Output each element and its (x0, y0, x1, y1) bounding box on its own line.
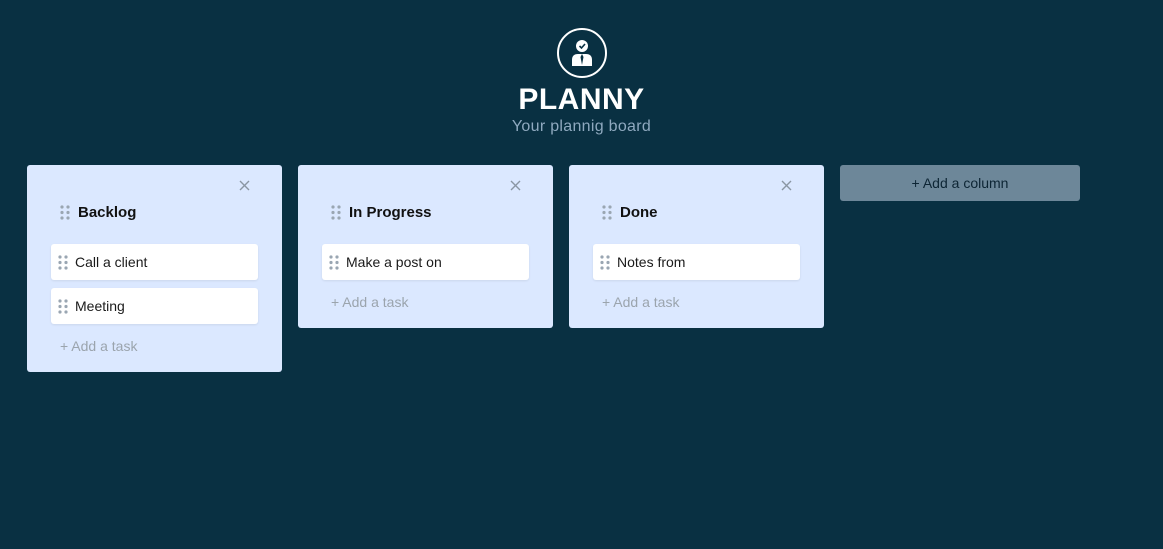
app-subtitle: Your plannig board (511, 118, 652, 135)
column-header: Backlog (51, 202, 258, 222)
close-icon[interactable] (778, 177, 794, 193)
task-list: Notes from (593, 244, 800, 280)
task-label: Notes from (617, 254, 686, 270)
column-header: Done (593, 202, 800, 222)
column-title: Done (620, 203, 658, 221)
drag-handle-icon[interactable] (60, 204, 70, 220)
task-card[interactable]: Notes from (593, 244, 800, 280)
user-avatar-icon (556, 28, 607, 78)
close-icon[interactable] (507, 177, 523, 193)
drag-handle-icon[interactable] (58, 298, 68, 314)
drag-handle-icon[interactable] (331, 204, 341, 220)
add-column-button[interactable]: + Add a column (840, 165, 1080, 201)
column-in-progress[interactable]: In Progress Make a post on + Add a task (298, 165, 553, 328)
drag-handle-icon[interactable] (602, 204, 612, 220)
task-list: Call a client Meeting (51, 244, 258, 324)
task-label: Make a post on (346, 254, 442, 270)
add-task-button[interactable]: + Add a task (602, 294, 800, 310)
column-title: In Progress (349, 203, 432, 221)
close-icon[interactable] (236, 177, 252, 193)
column-title: Backlog (78, 203, 137, 221)
add-task-button[interactable]: + Add a task (60, 338, 258, 354)
column-header: In Progress (322, 202, 529, 222)
task-label: Meeting (75, 298, 125, 314)
task-label: Call a client (75, 254, 148, 270)
board: Backlog Call a client Meeting + Add a ta… (27, 165, 1080, 372)
task-card[interactable]: Meeting (51, 288, 258, 324)
task-card[interactable]: Make a post on (322, 244, 529, 280)
task-list: Make a post on (322, 244, 529, 280)
column-backlog[interactable]: Backlog Call a client Meeting + Add a ta… (27, 165, 282, 372)
task-card[interactable]: Call a client (51, 244, 258, 280)
drag-handle-icon[interactable] (58, 254, 68, 270)
app-header: PLANNY Your plannig board (0, 28, 1163, 136)
app-title: PLANNY (518, 83, 645, 116)
add-task-button[interactable]: + Add a task (331, 294, 529, 310)
column-done[interactable]: Done Notes from + Add a task (569, 165, 824, 328)
drag-handle-icon[interactable] (329, 254, 339, 270)
drag-handle-icon[interactable] (600, 254, 610, 270)
